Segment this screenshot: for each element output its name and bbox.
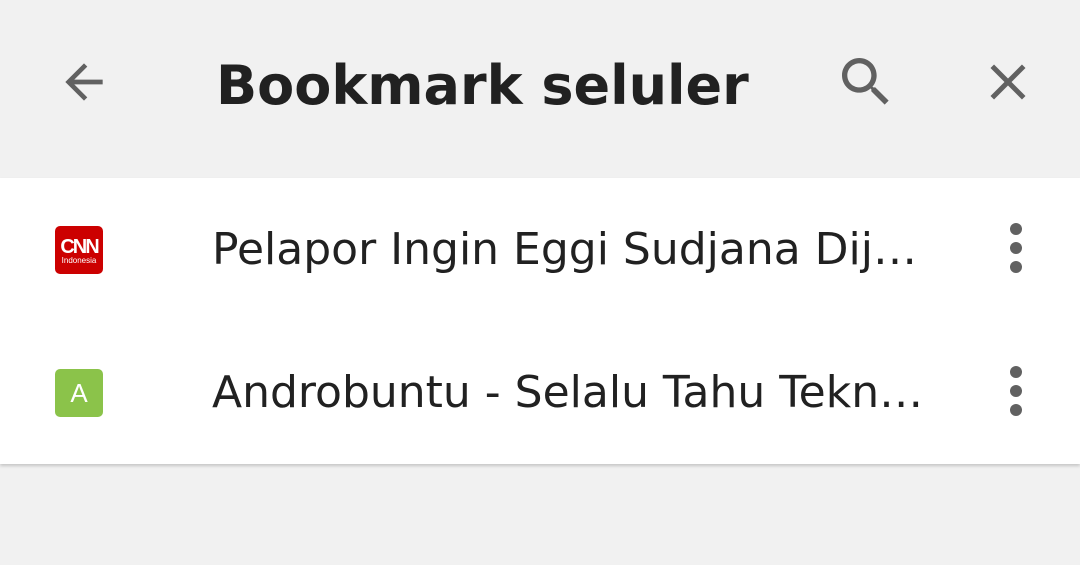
page-title: Bookmark seluler <box>216 54 749 117</box>
back-button[interactable] <box>48 48 120 120</box>
close-button[interactable] <box>972 48 1044 120</box>
more-vert-icon <box>1008 222 1024 278</box>
top-app-bar: Bookmark seluler <box>0 0 1080 170</box>
letter-favicon: A <box>55 369 103 417</box>
cnn-indonesia-favicon: CNN Indonesia <box>55 226 103 274</box>
bookmark-menu-button[interactable] <box>990 357 1042 429</box>
search-icon <box>834 50 898 118</box>
favicon-letter: A <box>70 377 88 408</box>
favicon-logo-text: CNN <box>60 235 99 258</box>
arrow-back-icon <box>56 54 112 114</box>
bookmark-title: Androbuntu - Selalu Tahu Teknol… <box>212 367 942 418</box>
more-vert-icon <box>1008 365 1024 421</box>
bookmark-item[interactable]: CNN Indonesia Pelapor Ingin Eggi Sudjana… <box>0 178 1080 321</box>
bookmark-list: CNN Indonesia Pelapor Ingin Eggi Sudjana… <box>0 178 1080 464</box>
search-button[interactable] <box>830 48 902 120</box>
favicon-logo-subtext: Indonesia <box>61 255 97 265</box>
bookmark-item[interactable]: A Androbuntu - Selalu Tahu Teknol… <box>0 321 1080 464</box>
bookmark-title: Pelapor Ingin Eggi Sudjana Dijera… <box>212 224 942 275</box>
close-icon <box>978 52 1038 116</box>
bookmark-menu-button[interactable] <box>990 214 1042 286</box>
